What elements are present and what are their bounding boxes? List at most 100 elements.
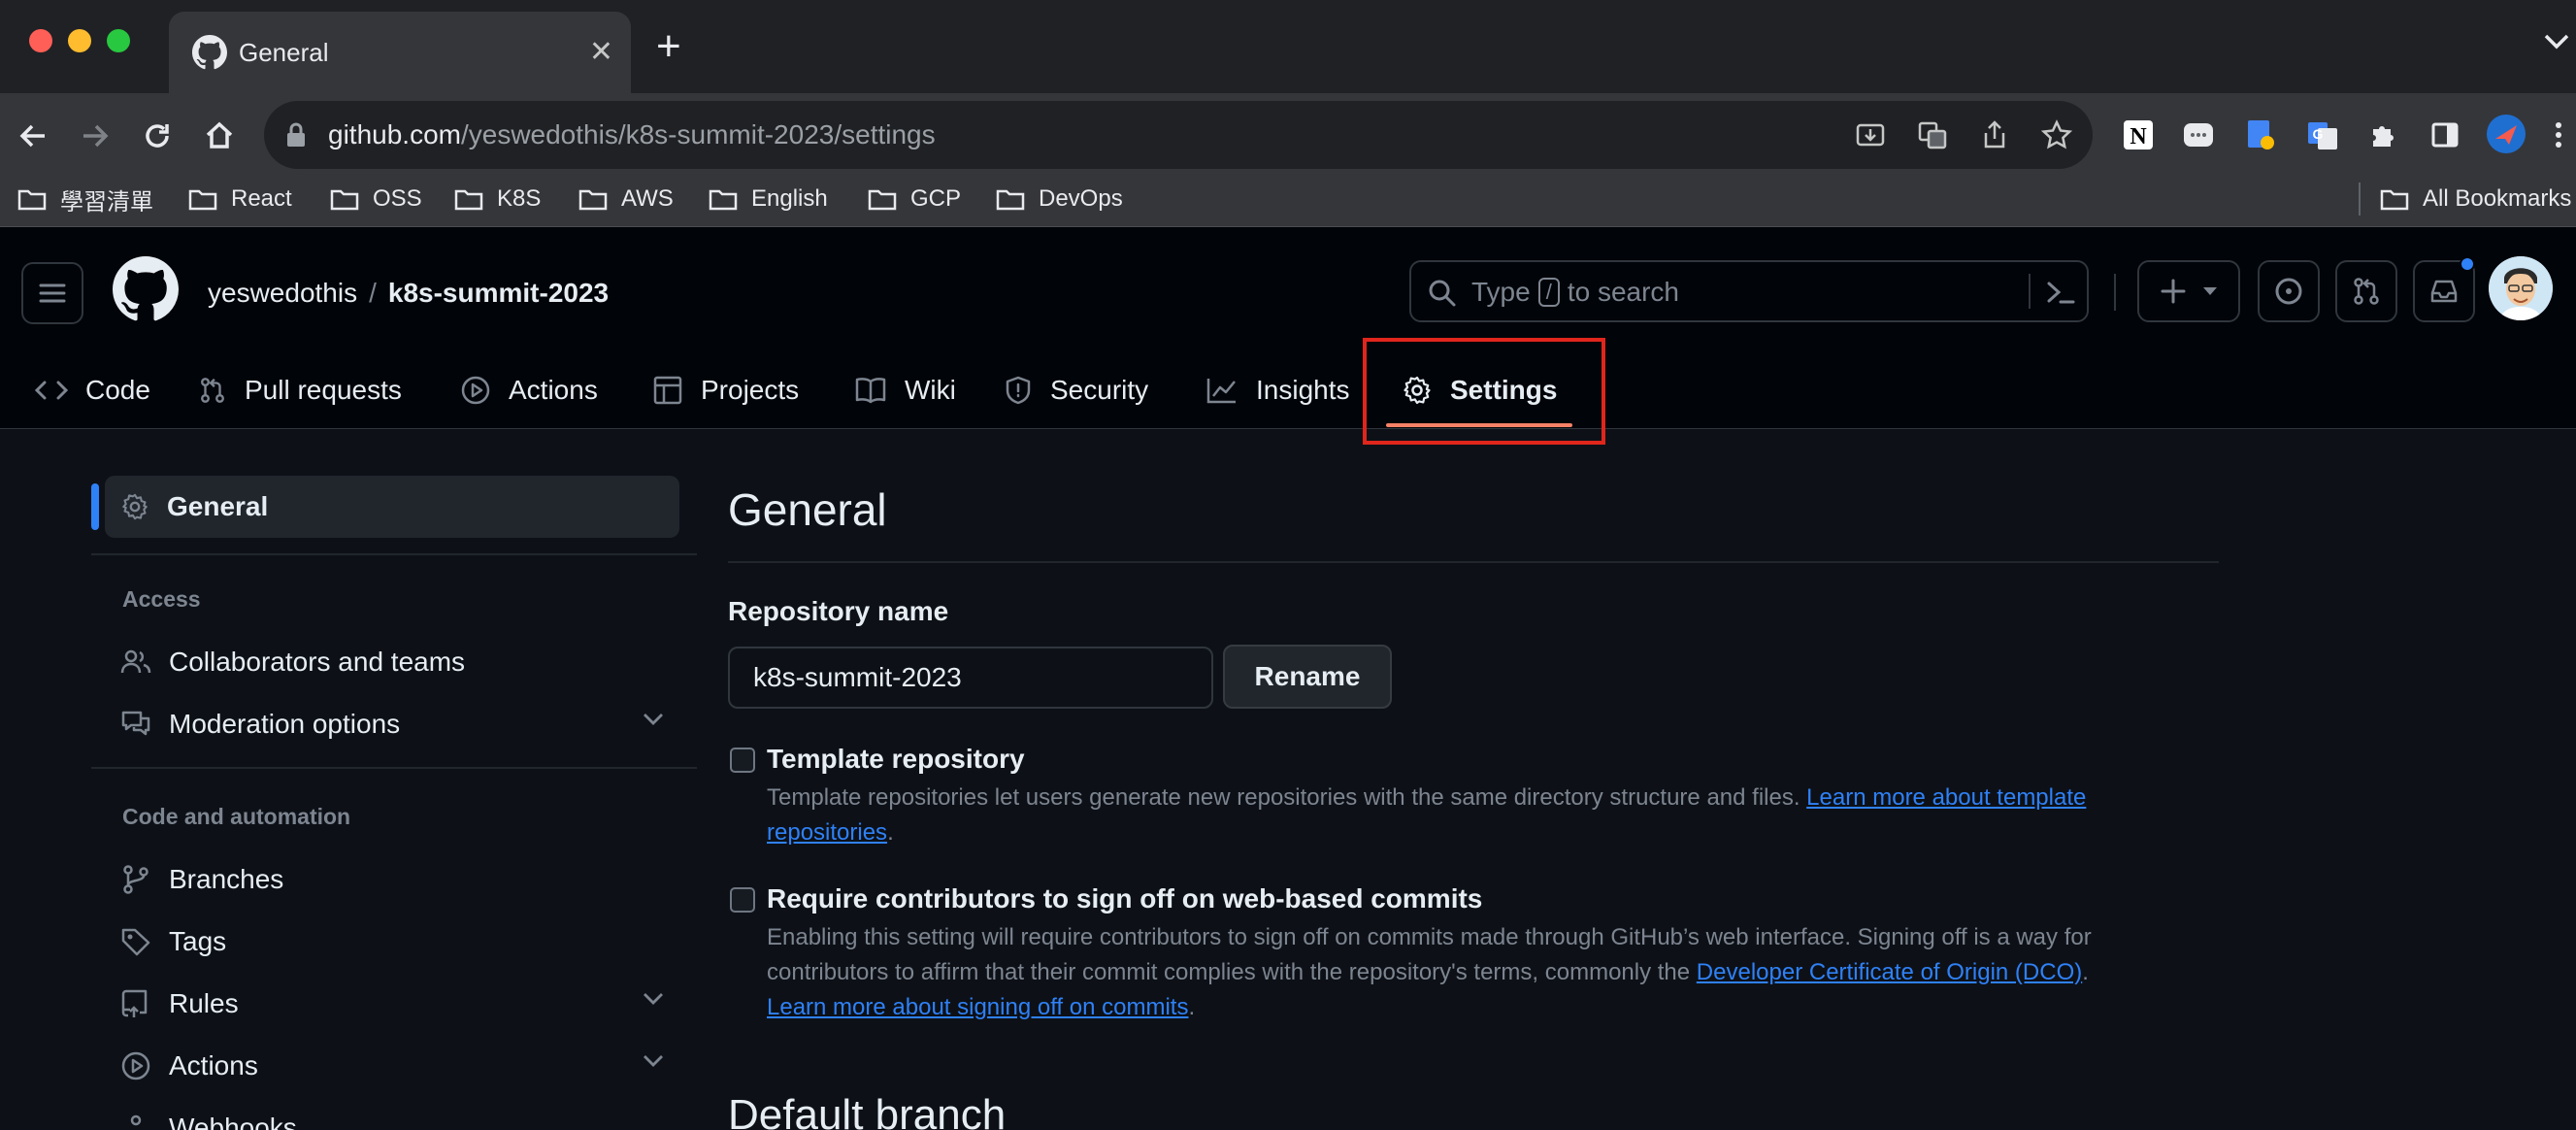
bookmark-folder[interactable]: React xyxy=(188,181,292,217)
bookmark-folder[interactable]: English xyxy=(709,181,828,217)
browser-menu-icon[interactable] xyxy=(2549,116,2568,153)
sidebar-item-rules[interactable]: Rules xyxy=(120,979,664,1029)
tab-projects[interactable]: Projects xyxy=(652,351,799,429)
profile-avatar-icon[interactable] xyxy=(2485,113,2527,155)
sidebar-divider xyxy=(91,553,697,555)
all-bookmarks-folder[interactable]: All Bookmarks xyxy=(2380,181,2571,217)
repository-name-label: Repository name xyxy=(728,596,949,626)
tab-search-chevron-icon[interactable] xyxy=(2543,33,2570,50)
table-icon xyxy=(653,376,682,405)
lock-icon[interactable] xyxy=(285,122,307,148)
shield-icon xyxy=(1006,376,1031,405)
breadcrumb: yeswedothis / k8s-summit-2023 xyxy=(208,274,609,313)
folder-icon xyxy=(2380,189,2409,211)
sidebar-item-webhooks[interactable]: Webhooks xyxy=(120,1103,664,1130)
tab-pull-requests[interactable]: Pull requests xyxy=(198,351,402,429)
window-zoom-button[interactable] xyxy=(107,29,130,52)
learn-more-template-link[interactable]: repositories xyxy=(767,819,887,846)
notion-extension-icon[interactable]: N xyxy=(2120,116,2157,153)
tab-close-icon[interactable]: ✕ xyxy=(589,33,613,72)
bookmark-folder[interactable]: 學習清單 xyxy=(17,181,153,217)
repo-push-icon xyxy=(121,989,148,1017)
repo-link[interactable]: k8s-summit-2023 xyxy=(388,278,609,308)
sidebar-item-actions[interactable]: Actions xyxy=(120,1041,664,1091)
gear-icon xyxy=(122,493,148,520)
sidebar-item-general[interactable]: General xyxy=(105,476,679,538)
pull-requests-button[interactable] xyxy=(2335,260,2397,322)
bookmark-folder[interactable]: AWS xyxy=(578,181,674,217)
sidebar-heading-access: Access xyxy=(122,586,201,612)
global-menu-button[interactable] xyxy=(21,262,83,324)
home-icon[interactable] xyxy=(198,115,241,157)
title-divider xyxy=(728,561,2219,563)
sidebar-item-branches[interactable]: Branches xyxy=(120,854,664,905)
bookmark-folder[interactable]: K8S xyxy=(454,181,541,217)
create-new-button[interactable] xyxy=(2137,260,2240,322)
tab-security[interactable]: Security xyxy=(1004,351,1148,429)
url-text[interactable]: github.com/yeswedothis/k8s-summit-2023/s… xyxy=(328,117,936,152)
back-icon[interactable] xyxy=(12,115,54,157)
tab-title: General xyxy=(239,38,329,67)
window-minimize-button[interactable] xyxy=(68,29,91,52)
folder-icon xyxy=(17,189,47,211)
tab-wiki[interactable]: Wiki xyxy=(854,351,956,429)
signoff-label[interactable]: Require contributors to sign off on web-… xyxy=(767,883,1482,914)
install-app-icon[interactable] xyxy=(1852,116,1889,153)
bookmark-folder[interactable]: DevOps xyxy=(996,181,1123,217)
search-divider xyxy=(2029,274,2031,309)
folder-icon xyxy=(996,189,1025,211)
folder-icon xyxy=(454,189,483,211)
reader-extension-icon[interactable] xyxy=(2242,116,2279,153)
share-icon[interactable] xyxy=(1976,116,2013,153)
folder-icon xyxy=(188,189,217,211)
search-input[interactable]: Type / to search xyxy=(1409,260,2089,322)
reload-icon[interactable] xyxy=(136,115,179,157)
user-avatar[interactable] xyxy=(2489,256,2553,320)
search-placeholder-prefix: Type xyxy=(1471,277,1531,307)
command-palette-icon[interactable] xyxy=(2044,276,2077,309)
forward-icon[interactable] xyxy=(74,115,116,157)
bookmark-folder[interactable]: GCP xyxy=(868,181,961,217)
window-close-button[interactable] xyxy=(29,29,52,52)
sidebar-divider xyxy=(91,767,697,769)
repository-name-input[interactable] xyxy=(728,647,1213,709)
tab-code[interactable]: Code xyxy=(35,351,150,429)
bookmark-folder[interactable]: OSS xyxy=(330,181,422,217)
browser-tab-active[interactable]: General ✕ xyxy=(169,12,631,93)
bookmarks-bar: 學習清單 React OSS K8S AWS English GCP DevOp… xyxy=(0,173,2576,227)
search-shortcut-key: / xyxy=(1537,278,1560,307)
address-bar[interactable]: github.com/yeswedothis/k8s-summit-2023/s… xyxy=(264,101,2093,169)
active-item-indicator xyxy=(91,483,99,530)
people-icon xyxy=(120,649,151,674)
github-logo-icon[interactable] xyxy=(113,256,179,322)
git-pull-request-icon xyxy=(2354,278,2379,305)
tab-insights[interactable]: Insights xyxy=(1205,351,1350,429)
google-translate-icon[interactable]: G xyxy=(2304,116,2341,153)
sidebar-item-collaborators[interactable]: Collaborators and teams xyxy=(120,637,664,687)
tab-actions[interactable]: Actions xyxy=(460,351,598,429)
learn-more-template-link[interactable]: Learn more about template xyxy=(1806,784,2086,811)
signoff-checkbox[interactable] xyxy=(730,887,755,913)
chat-extension-icon[interactable] xyxy=(2180,116,2217,153)
side-panel-icon[interactable] xyxy=(2427,116,2463,153)
plus-icon xyxy=(2161,279,2186,304)
dco-link[interactable]: Developer Certificate of Origin (DCO) xyxy=(1697,959,2082,985)
extensions-puzzle-icon[interactable] xyxy=(2364,116,2401,153)
issues-button[interactable] xyxy=(2258,260,2320,322)
learn-more-signoff-link[interactable]: Learn more about signing off on commits xyxy=(767,994,1188,1020)
hamburger-icon xyxy=(39,283,66,303)
settings-main: General Repository name Rename Template … xyxy=(728,429,2223,1130)
folder-icon xyxy=(330,189,359,211)
template-repository-label[interactable]: Template repository xyxy=(767,744,1025,775)
owner-link[interactable]: yeswedothis xyxy=(208,278,357,308)
translate-icon[interactable] xyxy=(1914,116,1951,153)
chevron-down-icon xyxy=(644,714,663,725)
rename-button[interactable]: Rename xyxy=(1223,645,1392,709)
play-icon xyxy=(121,1051,150,1080)
new-tab-icon[interactable]: + xyxy=(656,25,681,68)
bookmark-star-icon[interactable] xyxy=(2038,116,2075,153)
sidebar-item-tags[interactable]: Tags xyxy=(120,916,664,967)
template-repository-checkbox[interactable] xyxy=(730,748,755,773)
settings-sidebar: General Access Collaborators and teams M… xyxy=(91,429,697,1130)
sidebar-item-moderation[interactable]: Moderation options xyxy=(120,699,664,749)
